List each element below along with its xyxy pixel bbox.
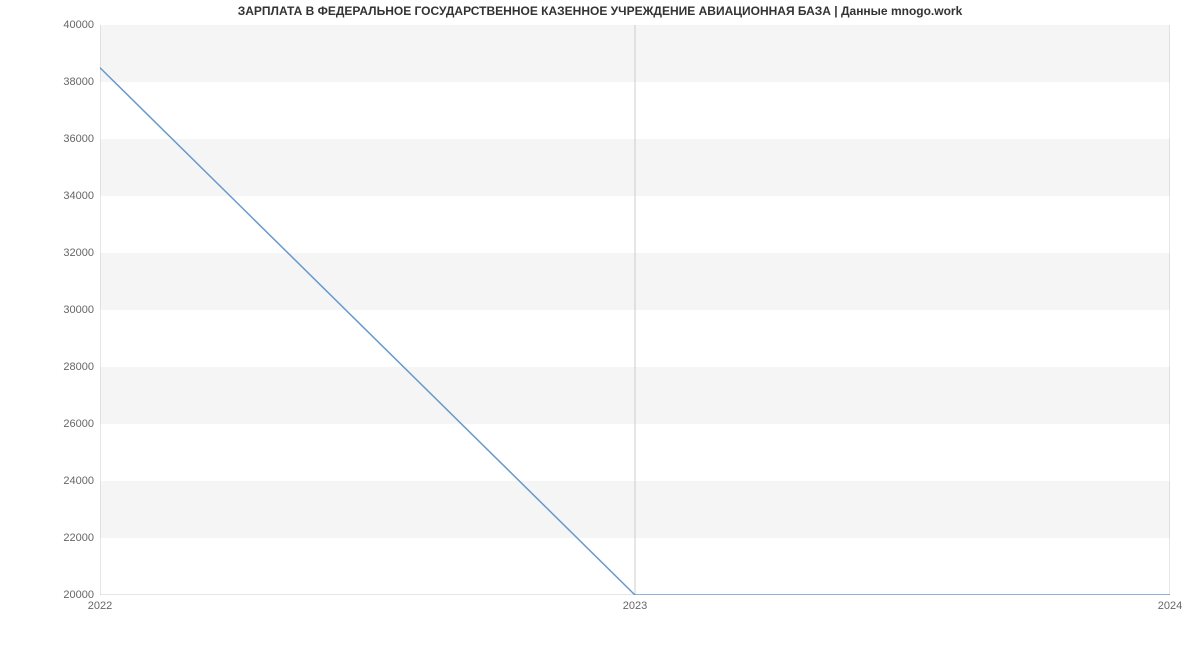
y-tick-label: 34000 (44, 190, 94, 202)
y-tick-label: 40000 (44, 19, 94, 31)
y-tick-label: 28000 (44, 361, 94, 373)
y-tick-label: 20000 (44, 589, 94, 601)
x-tick-label: 2023 (623, 600, 647, 612)
y-tick-label: 24000 (44, 475, 94, 487)
plot-area (100, 25, 1170, 595)
y-tick-label: 22000 (44, 532, 94, 544)
chart-title: ЗАРПЛАТА В ФЕДЕРАЛЬНОЕ ГОСУДАРСТВЕННОЕ К… (0, 4, 1200, 18)
y-tick-label: 36000 (44, 133, 94, 145)
chart-container: ЗАРПЛАТА В ФЕДЕРАЛЬНОЕ ГОСУДАРСТВЕННОЕ К… (0, 0, 1200, 650)
y-tick-label: 26000 (44, 418, 94, 430)
y-tick-label: 30000 (44, 304, 94, 316)
y-tick-label: 38000 (44, 76, 94, 88)
chart-svg (100, 25, 1170, 595)
y-tick-label: 32000 (44, 247, 94, 259)
x-tick-label: 2022 (88, 600, 112, 612)
x-tick-label: 2024 (1158, 600, 1182, 612)
